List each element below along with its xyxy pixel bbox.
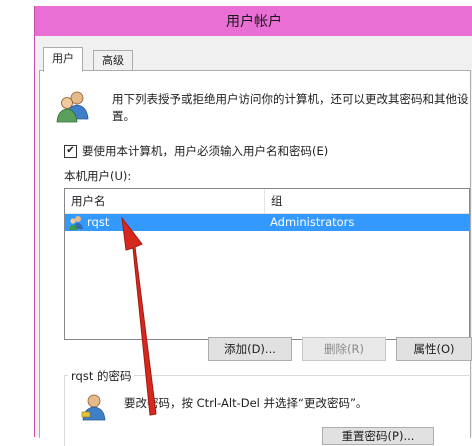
add-button[interactable]: 添加(D)... xyxy=(208,337,292,361)
row-group: Administrators xyxy=(270,215,355,229)
tab-advanced[interactable]: 高级 xyxy=(93,50,133,71)
require-login-label[interactable]: 要使用本计算机，用户必须输入用户名和密码(E) xyxy=(82,143,328,159)
password-instruction: 要改密码，按 Ctrl-Alt-Del 并选择“更改密码”。 xyxy=(124,396,368,410)
properties-button[interactable]: 属性(O) xyxy=(396,337,472,361)
local-users-label: 本机用户(U): xyxy=(64,169,132,183)
checkmark-icon: ✔ xyxy=(66,145,75,156)
password-group-legend: rqst 的密码 xyxy=(68,368,135,384)
require-login-checkbox[interactable]: ✔ xyxy=(64,144,77,158)
local-users-list[interactable]: 用户名 组 rqst Administrators xyxy=(64,188,470,340)
list-header: 用户名 组 xyxy=(65,189,469,214)
column-header-group[interactable]: 组 xyxy=(265,189,461,213)
window-title: 用户帐户 xyxy=(226,14,282,30)
remove-button[interactable]: 删除(R) xyxy=(302,337,386,361)
user-row-icon xyxy=(69,216,83,230)
tab-users-label: 用户 xyxy=(52,52,74,65)
description-text: 用下列表授予或拒绝用户访问你的计算机，还可以更改其密码和其他设置。 xyxy=(112,92,469,123)
tab-advanced-label: 高级 xyxy=(102,54,124,67)
key-user-icon xyxy=(81,394,106,421)
user-accounts-window: 用户帐户 用户 高级 用下列表授予或拒绝用户访问你的计算机，还可以更改其密码和其… xyxy=(34,6,472,446)
require-login-row: ✔ 要使用本计算机，用户必须输入用户名和密码(E) xyxy=(64,143,328,159)
users-icon xyxy=(56,91,89,123)
title-bar[interactable]: 用户帐户 xyxy=(35,6,472,36)
tab-panel-users: 用下列表授予或拒绝用户访问你的计算机，还可以更改其密码和其他设置。 ✔ 要使用本… xyxy=(39,70,472,446)
table-row[interactable]: rqst Administrators xyxy=(65,214,469,231)
desktop-edge xyxy=(0,0,34,437)
tab-users[interactable]: 用户 xyxy=(43,47,83,72)
column-header-username[interactable]: 用户名 xyxy=(65,189,265,213)
reset-password-button[interactable]: 重置密码(P)... xyxy=(322,427,434,445)
row-username: rqst xyxy=(87,215,110,229)
